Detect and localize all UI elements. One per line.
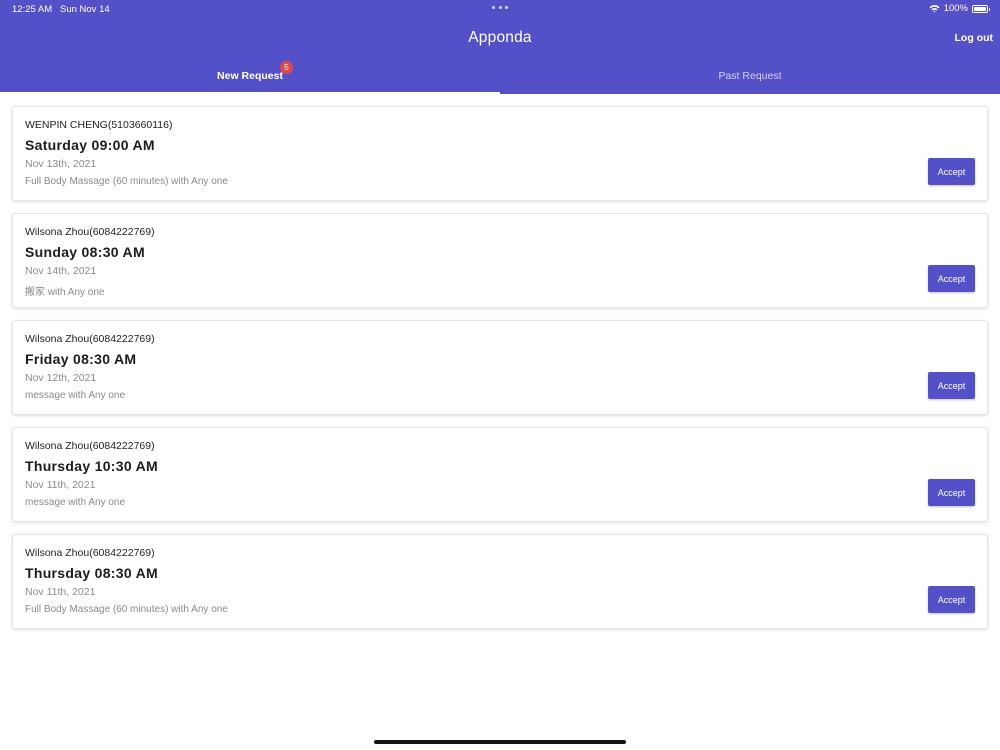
tab-past-request-label: Past Request (718, 70, 782, 82)
customer-name: Wilsona Zhou(6084222769) (25, 547, 155, 559)
request-card: Wilsona Zhou(6084222769) Thursday 08:30 … (12, 534, 988, 629)
request-tabs: New Request 5 Past Request (0, 60, 1000, 94)
appointment-date: Nov 14th, 2021 (25, 265, 97, 277)
service-description: 搬家 with Any one (25, 287, 105, 298)
appointment-time: Thursday 10:30 AM (25, 458, 158, 474)
customer-name: Wilsona Zhou(6084222769) (25, 333, 155, 345)
new-request-count-badge: 5 (280, 61, 293, 74)
service-description: Full Body Massage (60 minutes) with Any … (25, 176, 228, 187)
appointment-date: Nov 12th, 2021 (25, 372, 97, 384)
wifi-icon (929, 5, 940, 13)
request-card: Wilsona Zhou(6084222769) Sunday 08:30 AM… (12, 213, 988, 308)
request-card: WENPIN CHENG(5103660116) Saturday 09:00 … (12, 106, 988, 201)
app-title: Apponda (468, 29, 532, 46)
customer-name: Wilsona Zhou(6084222769) (25, 440, 155, 452)
appointment-date: Nov 11th, 2021 (25, 479, 96, 491)
tab-new-request-label: New Request (217, 70, 283, 82)
customer-name: WENPIN CHENG(5103660116) (25, 119, 173, 131)
appointment-time: Friday 08:30 AM (25, 351, 137, 367)
accept-button[interactable]: Accept (928, 479, 975, 506)
appointment-date: Nov 11th, 2021 (25, 586, 96, 598)
appointment-time: Saturday 09:00 AM (25, 137, 155, 153)
appointment-date: Nov 13th, 2021 (25, 158, 97, 170)
accept-button[interactable]: Accept (928, 372, 975, 399)
battery-percentage: 100% (943, 3, 968, 14)
status-bar: 12:25 AM Sun Nov 14 100% (0, 0, 1000, 18)
service-description: message with Any one (25, 390, 126, 401)
service-description: Full Body Massage (60 minutes) with Any … (25, 604, 228, 615)
tab-past-request[interactable]: Past Request (500, 60, 1000, 94)
appointment-time: Thursday 08:30 AM (25, 565, 158, 581)
status-time: 12:25 AM (12, 4, 53, 15)
appointment-time: Sunday 08:30 AM (25, 244, 145, 260)
accept-button[interactable]: Accept (928, 586, 975, 613)
app-screen: 12:25 AM Sun Nov 14 100% Apponda Log out (0, 0, 1000, 750)
service-description: message with Any one (25, 497, 126, 508)
accept-button[interactable]: Accept (928, 158, 975, 185)
app-header: 12:25 AM Sun Nov 14 100% Apponda Log out (0, 0, 1000, 94)
battery-icon (972, 4, 990, 13)
logout-button[interactable]: Log out (955, 32, 993, 44)
customer-name: Wilsona Zhou(6084222769) (25, 226, 155, 238)
accept-button[interactable]: Accept (928, 265, 975, 292)
status-date: Sun Nov 14 (60, 4, 110, 15)
request-list: WENPIN CHENG(5103660116) Saturday 09:00 … (12, 106, 988, 641)
home-indicator[interactable] (374, 740, 626, 744)
status-right: 100% (929, 3, 990, 14)
battery-fill (974, 6, 986, 11)
request-card: Wilsona Zhou(6084222769) Thursday 10:30 … (12, 427, 988, 522)
request-card: Wilsona Zhou(6084222769) Friday 08:30 AM… (12, 320, 988, 415)
multitasking-dots-icon[interactable] (492, 6, 508, 10)
tab-new-request[interactable]: New Request 5 (0, 60, 500, 94)
